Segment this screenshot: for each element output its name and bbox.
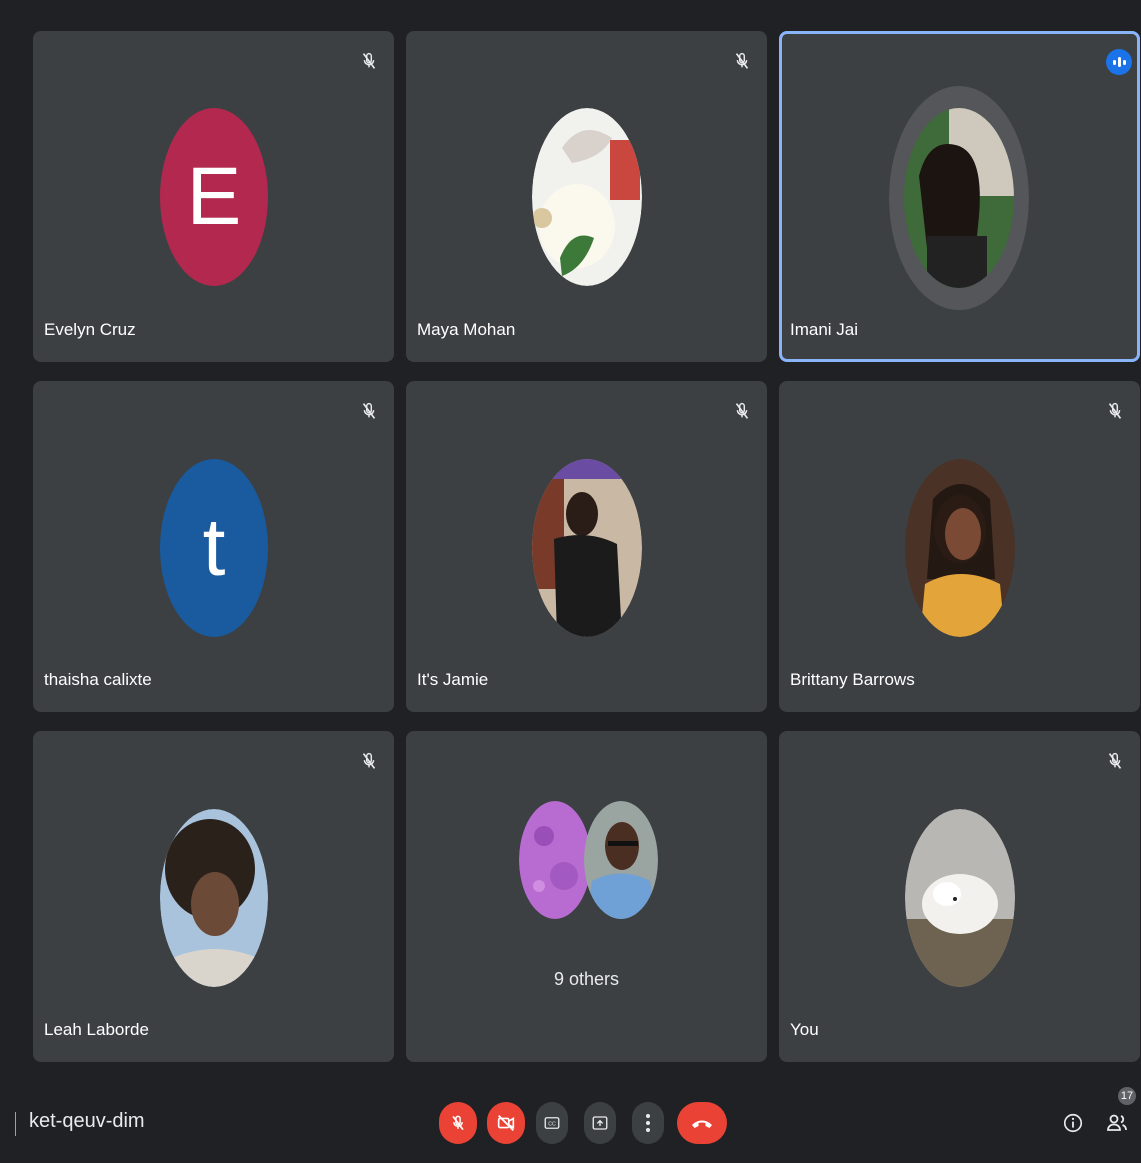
- mic-off-icon: [735, 402, 749, 419]
- participant-name: Brittany Barrows: [790, 670, 915, 689]
- more-options-button[interactable]: [632, 1102, 664, 1144]
- end-call-button[interactable]: [677, 1102, 727, 1144]
- participant-name: Imani Jai: [790, 320, 859, 339]
- participant-count-badge: 17: [1118, 1087, 1136, 1105]
- info-icon: [1063, 1113, 1083, 1133]
- participant-name: You: [790, 1020, 819, 1039]
- captions-button[interactable]: CC: [536, 1102, 568, 1144]
- participant-name: Leah Laborde: [44, 1020, 149, 1039]
- captions-icon: CC: [544, 1117, 560, 1129]
- avatar-initial: E: [186, 151, 242, 242]
- people-icon: [1107, 1114, 1127, 1131]
- avatar-photo: [905, 809, 1015, 987]
- avatar-photo: [160, 809, 268, 987]
- participant-tile[interactable]: Brittany Barrows: [779, 381, 1140, 712]
- avatar-photo: [584, 801, 658, 919]
- present-screen-button[interactable]: [584, 1102, 616, 1144]
- others-tile[interactable]: 9 others: [406, 731, 767, 1062]
- avatar-photo: [905, 459, 1015, 637]
- participant-name: thaisha calixte: [44, 670, 152, 689]
- mic-off-icon: [735, 52, 749, 69]
- participant-tile[interactable]: Leah Laborde: [33, 731, 394, 1062]
- meeting-info-button[interactable]: [1058, 1105, 1088, 1141]
- camera-toggle-button[interactable]: [487, 1102, 525, 1144]
- mic-off-icon: [362, 52, 376, 69]
- avatar-initial: t: [202, 502, 226, 593]
- participant-grid: E Evelyn Cruz Maya Mohan Imani Jai t tha…: [33, 31, 1140, 1063]
- avatar-photo: [889, 86, 1029, 310]
- meeting-control-bar: ket-qeuv-dim CC: [0, 1085, 1141, 1163]
- participant-tile[interactable]: E Evelyn Cruz: [33, 31, 394, 362]
- mic-off-icon: [1108, 402, 1122, 419]
- others-count-label: 9 others: [553, 969, 620, 989]
- participant-tile-self[interactable]: You: [779, 731, 1140, 1062]
- avatar-photo: [519, 801, 591, 919]
- people-button[interactable]: [1102, 1105, 1132, 1141]
- more-options-icon: [646, 1114, 650, 1132]
- avatar-photo: [532, 108, 642, 286]
- avatar: E: [160, 108, 268, 286]
- mic-off-icon: [452, 1115, 464, 1131]
- participant-tile[interactable]: It's Jamie: [406, 381, 767, 712]
- speaking-indicator-icon: [1106, 49, 1132, 75]
- mic-off-icon: [362, 752, 376, 769]
- participant-name: Maya Mohan: [417, 320, 516, 339]
- end-call-icon: [692, 1120, 712, 1128]
- mic-toggle-button[interactable]: [439, 1102, 477, 1144]
- participant-tile[interactable]: t thaisha calixte: [33, 381, 394, 712]
- camera-off-icon: [497, 1115, 515, 1131]
- meeting-code: ket-qeuv-dim: [29, 1110, 145, 1132]
- mic-off-icon: [362, 402, 376, 419]
- divider: [15, 1112, 16, 1136]
- avatar-photo: [532, 459, 642, 637]
- svg-text:CC: CC: [548, 1122, 556, 1128]
- participant-tile[interactable]: Maya Mohan: [406, 31, 767, 362]
- avatar: t: [160, 459, 268, 637]
- participant-tile-speaking[interactable]: Imani Jai: [779, 31, 1140, 362]
- mic-off-icon: [1108, 752, 1122, 769]
- present-screen-icon: [592, 1116, 608, 1130]
- participant-name: Evelyn Cruz: [44, 320, 136, 339]
- participant-name: It's Jamie: [417, 670, 489, 689]
